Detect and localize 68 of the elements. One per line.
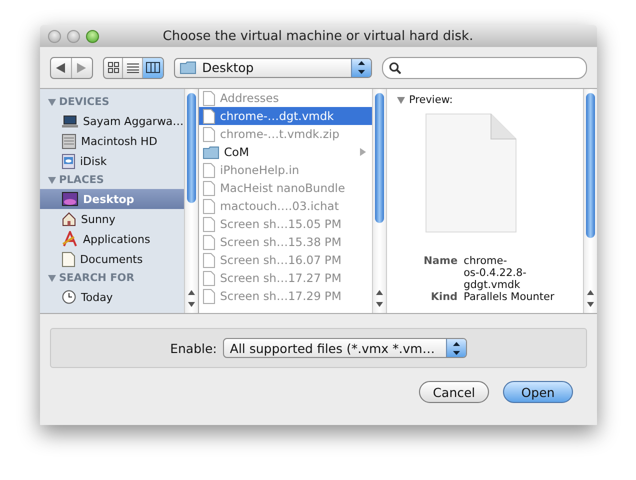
file-item[interactable]: CoM: [199, 143, 372, 161]
document-icon: [203, 126, 215, 142]
document-icon: [203, 234, 215, 250]
document-preview-icon: [425, 113, 517, 233]
sidebar-item[interactable]: Documents: [40, 249, 184, 269]
back-forward-control[interactable]: [50, 56, 93, 78]
document-icon: [203, 288, 215, 304]
scrollbar[interactable]: [372, 89, 386, 313]
house-icon: [62, 212, 76, 226]
file-type-popup[interactable]: All supported files (*.vmx *.vm…: [222, 338, 467, 358]
document-icon: [203, 270, 215, 286]
close-button[interactable]: [48, 30, 61, 42]
sidebar-heading: SEARCH FOR: [40, 269, 184, 287]
hard-drive-icon: [62, 134, 76, 148]
document-icon: [203, 108, 215, 124]
scroll-arrows-icon[interactable]: [587, 290, 594, 307]
disclosure-triangle-icon[interactable]: [397, 96, 405, 104]
scrollbar[interactable]: [184, 89, 198, 313]
minimize-button[interactable]: [67, 30, 80, 42]
clock-icon: [62, 290, 76, 304]
info-value: Parallels Mounter: [464, 291, 554, 303]
search-icon: [388, 62, 401, 74]
window-title: Choose the virtual machine or virtual hard disk.: [162, 28, 474, 44]
sidebar-item[interactable]: iDisk: [40, 151, 184, 171]
info-value: chrome- os-0.4.22.8- gdgt.vmdk: [464, 255, 528, 291]
disclosure-triangle-icon[interactable]: [48, 274, 56, 282]
sidebar-heading: DEVICES: [40, 93, 184, 111]
dialog-button[interactable]: Cancel: [419, 381, 489, 403]
search-field[interactable]: [382, 56, 587, 78]
preview-heading: Preview:: [397, 94, 453, 106]
zoom-button[interactable]: [86, 30, 99, 42]
sidebar-item[interactable]: Applications: [40, 229, 184, 249]
forward-icon: [77, 62, 86, 72]
filter-label: Enable:: [170, 340, 217, 356]
expand-arrow-icon: [360, 148, 366, 156]
folder-icon: [180, 61, 196, 74]
folder-icon: [203, 146, 219, 158]
column-view-icon: [146, 62, 160, 73]
list-view-icon: [126, 62, 139, 72]
document-icon: [203, 216, 215, 232]
document-icon: [62, 252, 75, 266]
scrollbar[interactable]: [583, 89, 597, 313]
info-label: Name: [424, 255, 458, 269]
document-icon: [203, 162, 215, 178]
scroll-arrows-icon[interactable]: [376, 290, 383, 307]
file-item[interactable]: chrome-…dgt.vmdk: [199, 107, 372, 125]
location-popup[interactable]: Desktop: [174, 58, 372, 78]
document-icon: [203, 180, 215, 196]
document-icon: [203, 198, 215, 214]
document-icon: [203, 252, 215, 268]
disclosure-triangle-icon[interactable]: [48, 98, 56, 106]
info-label: Kind: [430, 291, 458, 303]
view-mode-button[interactable]: [143, 58, 164, 78]
sidebar-item[interactable]: Sunny: [40, 209, 184, 229]
scroll-arrows-icon[interactable]: [188, 290, 195, 307]
dialog-button[interactable]: Open: [503, 381, 573, 403]
sidebar-item[interactable]: Macintosh HD: [40, 131, 184, 151]
icon-view-icon: [108, 62, 119, 73]
desktop-icon: [62, 192, 78, 206]
laptop-icon: [62, 114, 78, 128]
disclosure-triangle-icon[interactable]: [48, 176, 56, 184]
back-icon: [56, 62, 66, 72]
sidebar-item[interactable]: Sayam Aggarwa…: [40, 111, 184, 131]
sidebar-heading: PLACES: [40, 171, 184, 189]
up-down-arrows-icon: [452, 342, 460, 354]
sidebar-item[interactable]: Today: [40, 287, 184, 307]
applications-icon: [62, 231, 78, 247]
up-down-arrows-icon: [358, 61, 365, 74]
